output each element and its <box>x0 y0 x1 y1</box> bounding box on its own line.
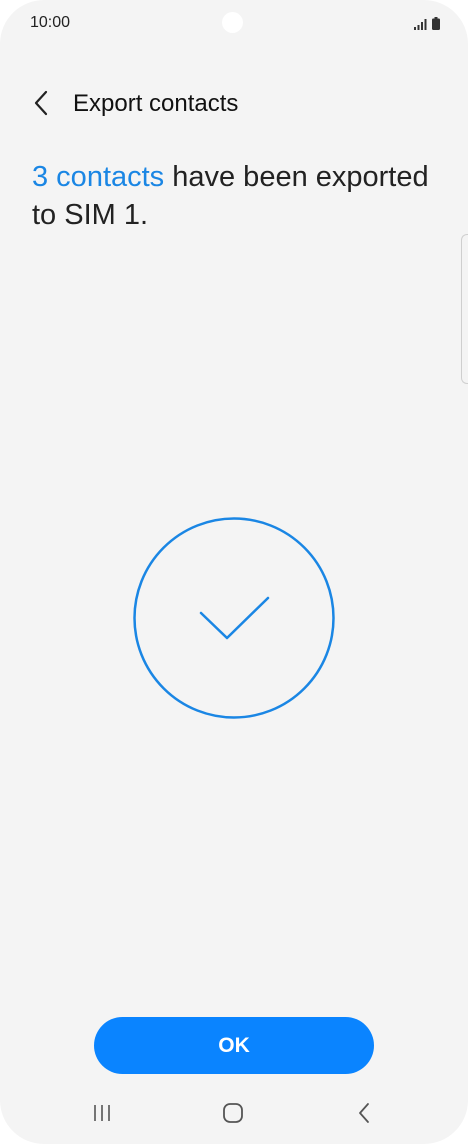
back-icon <box>359 1103 369 1123</box>
phone-screen: 10:00 Export contacts 3 contacts have be… <box>0 0 468 1144</box>
ok-button[interactable]: OK <box>94 1017 374 1074</box>
contacts-count-link[interactable]: 3 contacts <box>32 161 164 193</box>
front-camera <box>222 12 243 33</box>
navigation-bar <box>0 1090 468 1138</box>
battery-icon <box>432 17 440 30</box>
home-button[interactable] <box>213 1098 253 1128</box>
status-time: 10:00 <box>30 14 71 31</box>
chevron-left-icon <box>34 90 48 116</box>
nav-back-button[interactable] <box>344 1098 384 1128</box>
home-icon <box>223 1103 243 1123</box>
status-bar: 10:00 <box>0 0 468 48</box>
edge-panel-handle[interactable] <box>461 234 468 384</box>
app-header: Export contacts <box>0 80 468 130</box>
page-title: Export contacts <box>73 90 239 117</box>
checkmark-circle-icon <box>133 517 335 719</box>
signal-icon <box>414 19 427 30</box>
export-result-message: 3 contacts have been exported to SIM 1. <box>32 158 432 234</box>
back-button[interactable] <box>26 88 56 118</box>
recent-apps-button[interactable] <box>82 1098 122 1128</box>
recent-apps-icon <box>94 1105 110 1121</box>
status-icons <box>414 17 440 30</box>
